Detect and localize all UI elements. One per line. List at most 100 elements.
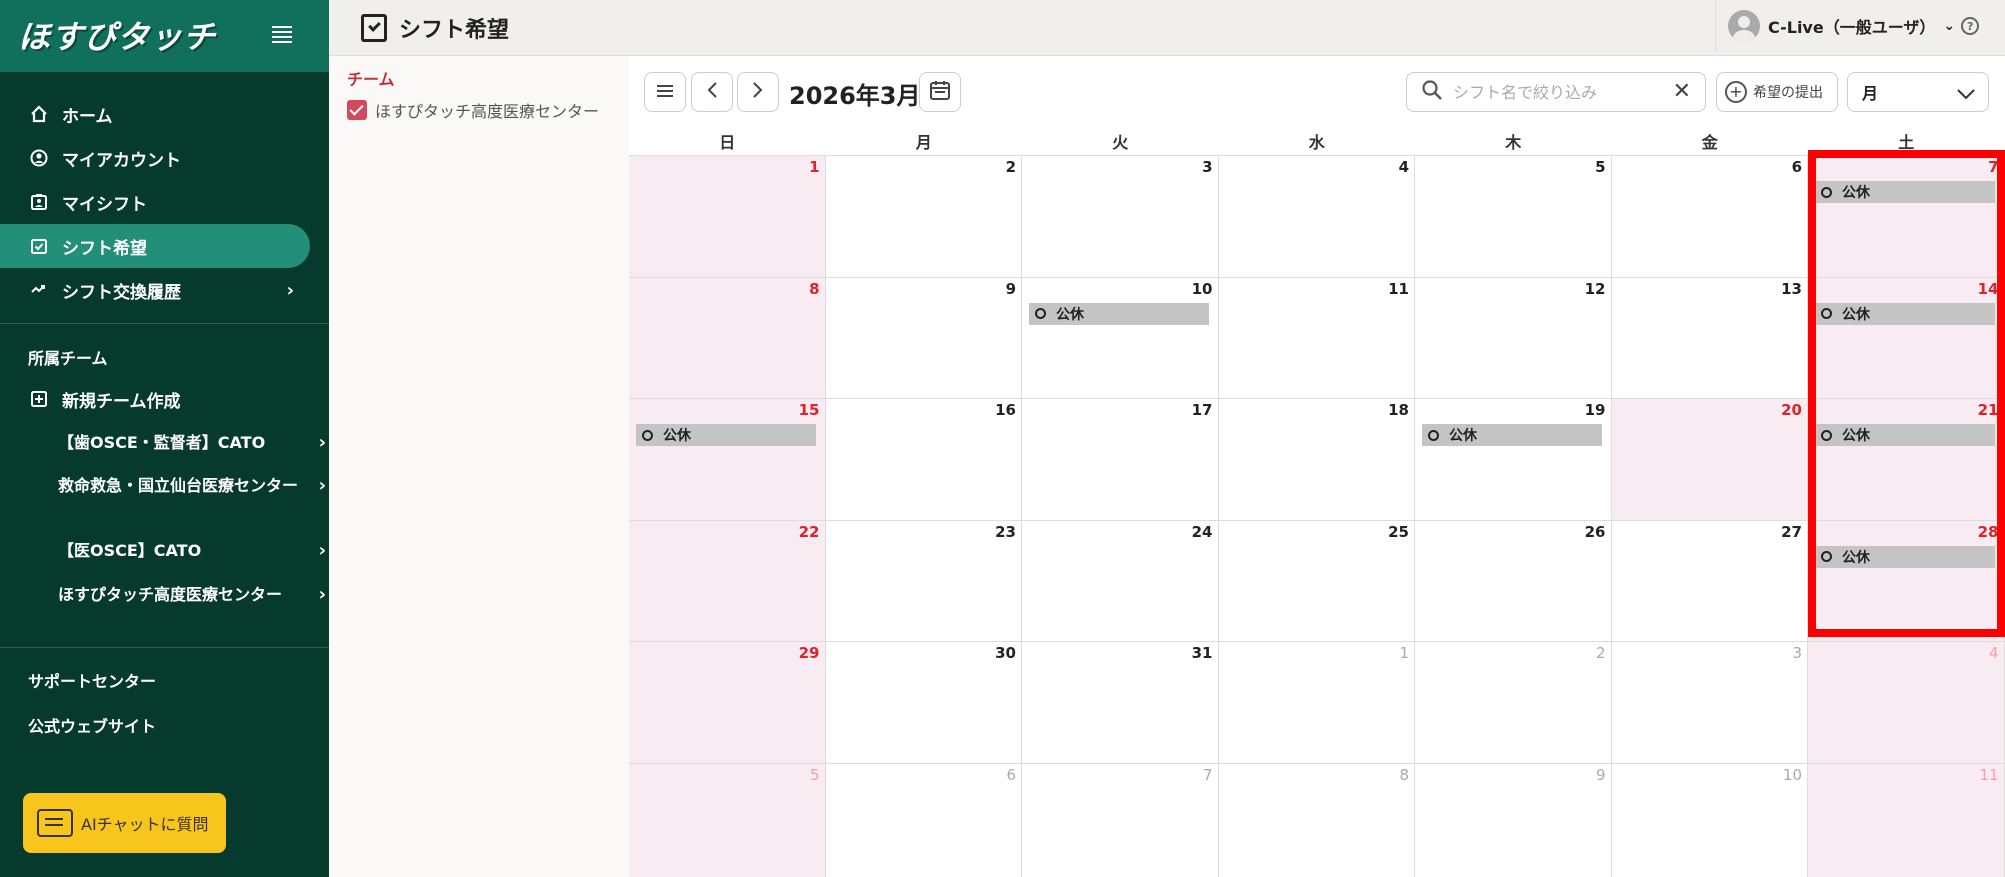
- day-cell[interactable]: 7: [1022, 763, 1219, 877]
- nav-label: ホーム: [62, 106, 113, 127]
- day-cell[interactable]: 26: [1415, 520, 1612, 641]
- nav-shift-exchange-history[interactable]: シフト交換履歴 ›: [0, 268, 310, 312]
- day-number: 1: [809, 158, 820, 176]
- menu-toggle-icon[interactable]: [272, 26, 292, 44]
- shift-event[interactable]: 公休: [1815, 181, 1995, 203]
- day-cell[interactable]: 8: [629, 277, 826, 398]
- day-cell[interactable]: 6: [825, 763, 1022, 877]
- view-select[interactable]: 月: [1847, 72, 1989, 112]
- shift-event[interactable]: 公休: [1029, 302, 1209, 325]
- weekday-label: 木: [1505, 133, 1522, 152]
- day-cell[interactable]: 2: [1415, 642, 1612, 763]
- shift-event[interactable]: 公休: [636, 424, 816, 446]
- nav-home[interactable]: ホーム: [0, 92, 310, 136]
- list-view-button[interactable]: [644, 72, 686, 112]
- day-cell[interactable]: 1: [1218, 642, 1415, 763]
- day-cell[interactable]: 10: [1611, 763, 1808, 877]
- swap-icon: [28, 280, 50, 300]
- shift-event[interactable]: 公休: [1815, 302, 1995, 325]
- day-cell[interactable]: 10 公休: [1022, 277, 1219, 398]
- plus-square-icon: [28, 389, 50, 409]
- website-link[interactable]: 公式ウェブサイト: [28, 713, 156, 737]
- ai-chat-button[interactable]: AIチャットに質問: [23, 793, 226, 853]
- day-cell[interactable]: 19 公休: [1415, 399, 1612, 520]
- day-cell[interactable]: 14 公休: [1808, 277, 2005, 398]
- support-link[interactable]: サポートセンター: [28, 668, 156, 692]
- day-number: 15: [798, 401, 820, 419]
- day-cell[interactable]: 24: [1022, 520, 1219, 641]
- day-number: 1: [1399, 644, 1409, 662]
- shift-search[interactable]: ✕: [1406, 72, 1706, 112]
- day-cell[interactable]: 5: [629, 763, 826, 877]
- day-number: 7: [1202, 765, 1213, 784]
- calendar: 2026年3月 ✕ + 希望の提出 月 日月火水木金土 1234567公休891…: [629, 56, 2005, 877]
- team-item[interactable]: 救命救急・国立仙台医療センター ›: [58, 475, 326, 497]
- team-item[interactable]: 【歯OSCE・監督者】CATO ›: [58, 432, 326, 454]
- next-month-button[interactable]: [737, 72, 779, 112]
- day-cell[interactable]: 7 公休: [1808, 156, 2005, 277]
- day-cell[interactable]: 13: [1611, 277, 1808, 398]
- team-item[interactable]: 【医OSCE】CATO ›: [58, 540, 326, 562]
- search-input[interactable]: [1453, 82, 1653, 102]
- day-cell[interactable]: 3: [1611, 642, 1808, 763]
- shift-event[interactable]: 公休: [1422, 424, 1602, 446]
- submit-request-button[interactable]: + 希望の提出: [1716, 72, 1838, 112]
- team-item[interactable]: ほすぴタッチ高度医療センター ›: [58, 584, 326, 606]
- day-cell[interactable]: 21 公休: [1808, 399, 2005, 520]
- shift-event[interactable]: 公休: [1815, 545, 1995, 568]
- shift-event-label: 公休: [663, 428, 691, 444]
- day-number: 26: [1584, 522, 1606, 541]
- divider: [0, 647, 329, 648]
- day-cell[interactable]: 18: [1218, 399, 1415, 520]
- shift-event[interactable]: 公休: [1815, 424, 1995, 446]
- day-cell[interactable]: 6: [1611, 156, 1808, 277]
- day-cell[interactable]: 31: [1022, 642, 1219, 763]
- nav-shift-request[interactable]: シフト希望: [0, 224, 310, 268]
- day-cell[interactable]: 1: [629, 156, 826, 277]
- day-cell[interactable]: 29: [629, 642, 826, 763]
- nav-label: 新規チーム作成: [62, 391, 181, 412]
- day-cell[interactable]: 23: [825, 520, 1022, 641]
- day-cell[interactable]: 22: [629, 520, 826, 641]
- day-cell[interactable]: 28 公休: [1808, 520, 2005, 641]
- app-logo[interactable]: ほすぴタッチ: [18, 12, 216, 58]
- circle-icon: [1821, 551, 1832, 562]
- sidebar: ほすぴタッチ ホーム マイアカウント マイシフト シフト希望 シフト交換履歴 ›…: [0, 0, 329, 877]
- day-cell[interactable]: 15 公休: [629, 399, 826, 520]
- day-cell[interactable]: 27: [1611, 520, 1808, 641]
- weekday-label: 金: [1701, 133, 1718, 152]
- day-cell[interactable]: 5: [1415, 156, 1612, 277]
- day-number: 11: [1979, 765, 1999, 784]
- day-cell[interactable]: 30: [825, 642, 1022, 763]
- new-team-button[interactable]: 新規チーム作成: [0, 377, 310, 421]
- day-cell[interactable]: 11: [1218, 277, 1415, 398]
- user-label: C-Live（一般ユーザ）: [1768, 18, 1936, 37]
- day-cell[interactable]: 16: [825, 399, 1022, 520]
- day-number: 31: [1191, 644, 1213, 662]
- nav-my-shift[interactable]: マイシフト: [0, 180, 310, 224]
- day-cell[interactable]: 4: [1218, 156, 1415, 277]
- day-cell[interactable]: 9: [825, 277, 1022, 398]
- day-cell[interactable]: 3: [1022, 156, 1219, 277]
- checkbox-checked-icon[interactable]: [347, 100, 367, 120]
- logo-bar: ほすぴタッチ: [0, 0, 329, 72]
- day-cell[interactable]: 12: [1415, 277, 1612, 398]
- day-cell[interactable]: 8: [1218, 763, 1415, 877]
- chevron-right-icon: [752, 80, 764, 104]
- nav-my-account[interactable]: マイアカウント: [0, 136, 310, 180]
- divider: [0, 323, 329, 324]
- date-picker-button[interactable]: [919, 72, 961, 112]
- prev-month-button[interactable]: [691, 72, 733, 112]
- help-icon[interactable]: ?: [1961, 17, 1980, 35]
- clear-icon[interactable]: ✕: [1673, 79, 1691, 104]
- day-cell[interactable]: 4: [1808, 642, 2005, 763]
- day-cell[interactable]: 17: [1022, 399, 1219, 520]
- day-number: 17: [1191, 401, 1213, 419]
- user-menu[interactable]: C-Live（一般ユーザ） ⌄ ?: [1715, 0, 2005, 52]
- team-filter-checkbox[interactable]: ほすぴタッチ高度医療センター: [347, 98, 599, 122]
- day-cell[interactable]: 11: [1808, 763, 2005, 877]
- day-cell[interactable]: 25: [1218, 520, 1415, 641]
- day-cell[interactable]: 20: [1611, 399, 1808, 520]
- day-cell[interactable]: 2: [825, 156, 1022, 277]
- day-cell[interactable]: 9: [1415, 763, 1612, 877]
